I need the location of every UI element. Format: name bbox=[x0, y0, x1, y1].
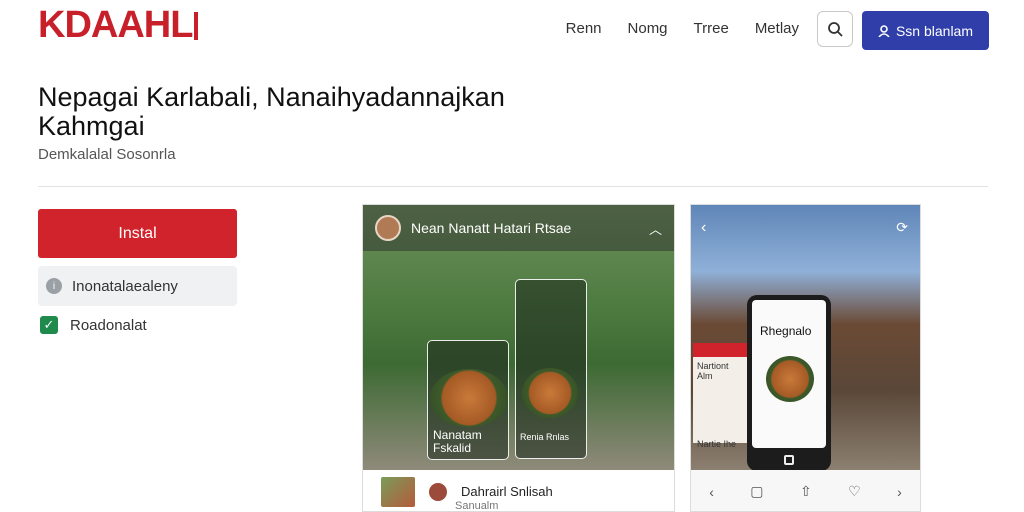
brand-logo[interactable]: KDAAHL bbox=[38, 4, 199, 46]
check-label: Roadonalat bbox=[70, 316, 147, 334]
card-header: Nean Nanatt Hatari Rtsae ︿ bbox=[363, 205, 674, 251]
avatar-small bbox=[429, 482, 447, 501]
home-button bbox=[784, 455, 794, 465]
food-plate-image-3 bbox=[766, 356, 814, 402]
scene-image-2: ‹ ⟳ Nartiont Alm Nartie Ihe Rhegnalo bbox=[691, 205, 920, 470]
food-card-label: Nanatam Fskalid bbox=[433, 428, 482, 455]
divider bbox=[38, 186, 988, 187]
avatar bbox=[375, 215, 401, 241]
card-footer-subtitle: Sanualm bbox=[455, 500, 499, 512]
nav-item-2[interactable]: Nomg bbox=[628, 20, 668, 37]
check-icon[interactable]: ✓ bbox=[40, 316, 58, 334]
back-icon[interactable]: ‹ bbox=[701, 219, 706, 237]
phone-title: Rhegnalo bbox=[760, 324, 812, 338]
logo-bar bbox=[194, 12, 199, 40]
phone-mockup: Rhegnalo bbox=[747, 295, 831, 470]
screenshot-card-1[interactable]: Nean Nanatt Hatari Rtsae ︿ Nanatam Fskal… bbox=[362, 204, 675, 512]
scene-image-1: Nean Nanatt Hatari Rtsae ︿ Nanatam Fskal… bbox=[363, 205, 674, 470]
share-icon[interactable]: ⟳ bbox=[896, 219, 908, 236]
thumbnail-image bbox=[381, 476, 415, 507]
nav-item-1[interactable]: Renn bbox=[566, 20, 602, 37]
user-icon bbox=[878, 24, 890, 37]
side-panel: Nartiont Alm Nartie Ihe bbox=[693, 343, 749, 449]
card-footer: Dahrairl Snlisah Sanualm bbox=[363, 470, 674, 512]
forward-icon[interactable]: › bbox=[897, 484, 902, 500]
side-label: Nartiont Alm bbox=[697, 361, 729, 381]
food-card[interactable]: Nanatam Fskalid bbox=[427, 340, 509, 460]
chevron-up-icon[interactable]: ︿ bbox=[649, 219, 662, 238]
check-row[interactable]: ✓ Roadonalat bbox=[40, 316, 147, 334]
info-label: Inonatalaealeny bbox=[72, 277, 178, 295]
food-card-label-2: Renia Rnlas bbox=[520, 432, 570, 442]
bottom-nav-bar: ‹ ▢ ⇧ ♡ › bbox=[691, 470, 920, 511]
top-nav: Renn Nomg Trree Metlay bbox=[566, 20, 799, 37]
heart-icon[interactable]: ♡ bbox=[848, 483, 861, 500]
search-icon bbox=[828, 22, 843, 37]
info-row[interactable]: i Inonatalaealeny bbox=[38, 266, 237, 306]
page-title: Nepagai Karlabali, Nanaihyadannajkan Kah… bbox=[38, 82, 505, 141]
card-footer-title: Dahrairl Snlisah bbox=[461, 484, 553, 499]
card-header-title: Nean Nanatt Hatari Rtsae bbox=[411, 220, 572, 236]
logo-text: KDAAHL bbox=[38, 4, 193, 46]
info-icon: i bbox=[46, 278, 62, 294]
tab-icon[interactable]: ▢ bbox=[750, 483, 763, 500]
sign-in-label: Ssn blanlam bbox=[895, 22, 974, 39]
food-card-2[interactable]: Renia Rnlas bbox=[515, 279, 587, 459]
search-button[interactable] bbox=[817, 11, 853, 47]
food-plate-image-2 bbox=[522, 368, 578, 418]
sign-in-button[interactable]: Ssn blanlam bbox=[862, 11, 989, 50]
phone-screen: Rhegnalo bbox=[752, 300, 826, 448]
page-subtitle: Demkalalal Sosonrla bbox=[38, 146, 176, 163]
side-label-2: Nartie Ihe bbox=[697, 439, 737, 449]
nav-item-4[interactable]: Metlay bbox=[755, 20, 799, 37]
install-button[interactable]: Instal bbox=[38, 209, 237, 258]
screenshot-card-2[interactable]: ‹ ⟳ Nartiont Alm Nartie Ihe Rhegnalo ‹ ▢… bbox=[690, 204, 921, 512]
nav-item-3[interactable]: Trree bbox=[694, 20, 729, 37]
share-nav-icon[interactable]: ⇧ bbox=[800, 483, 812, 500]
back-nav-icon[interactable]: ‹ bbox=[709, 484, 714, 500]
food-plate-image bbox=[430, 369, 508, 427]
install-label: Instal bbox=[118, 224, 157, 242]
